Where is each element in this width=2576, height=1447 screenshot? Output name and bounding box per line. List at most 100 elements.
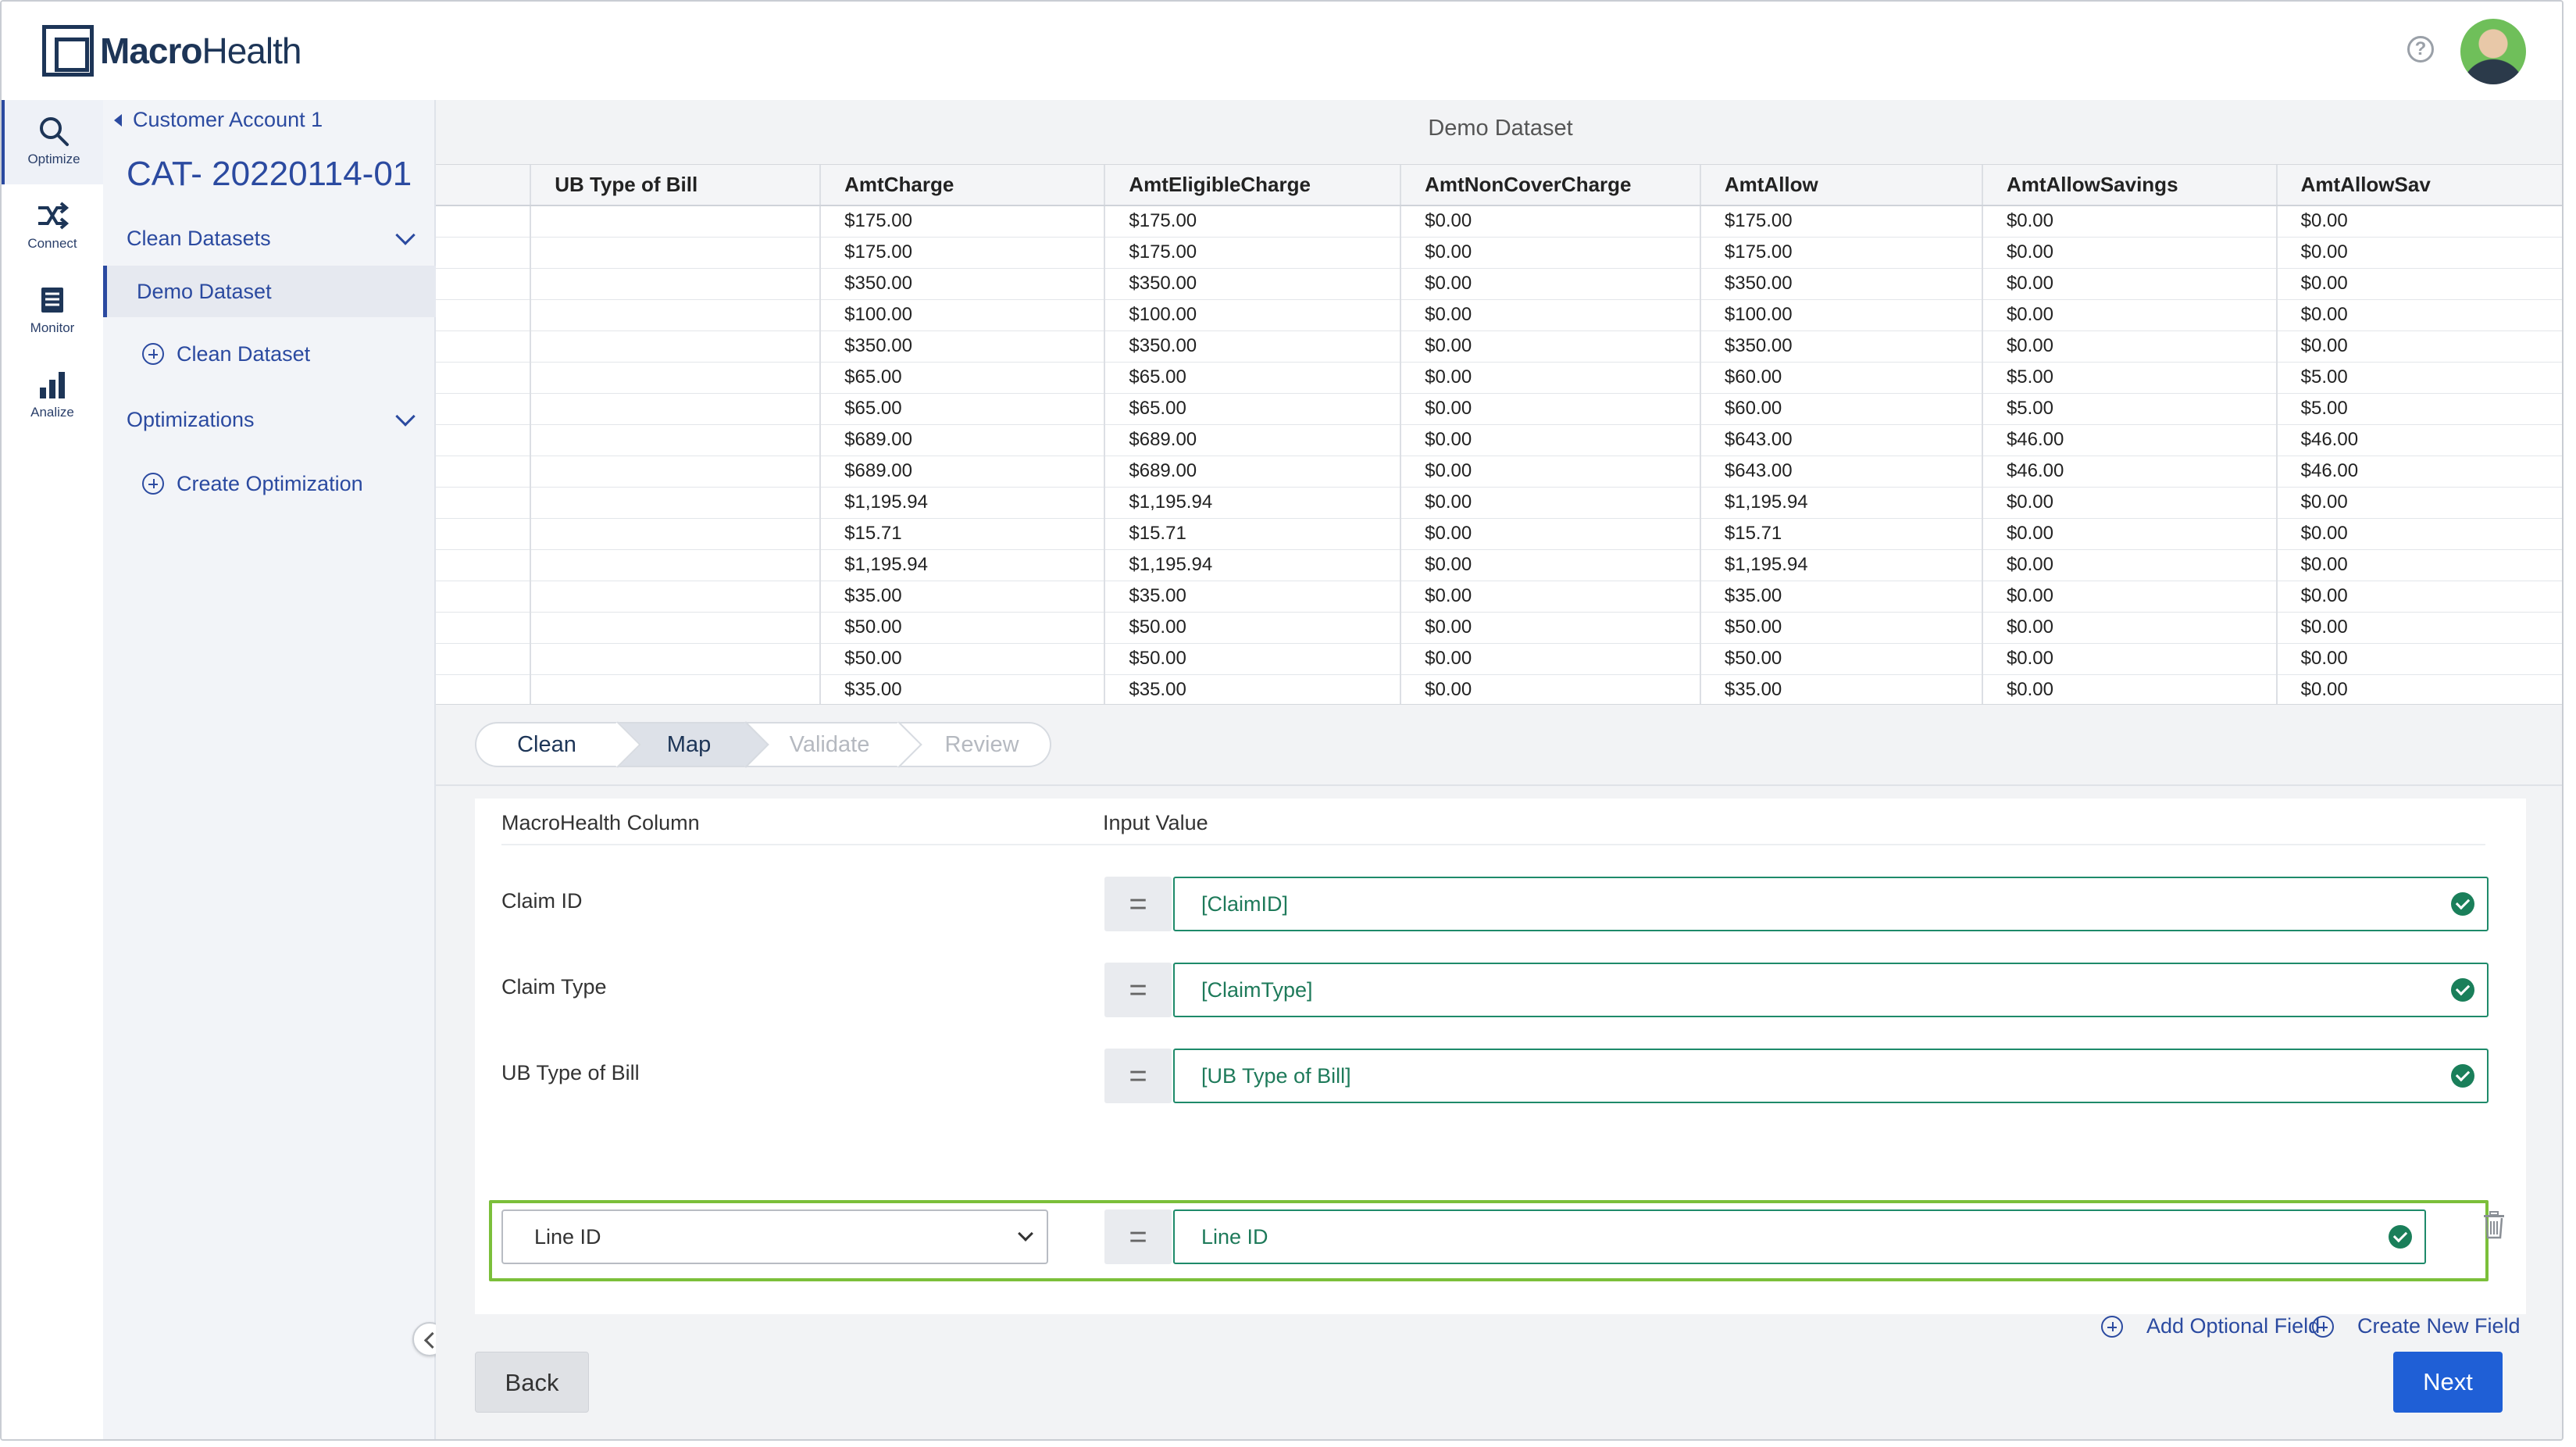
table-cell: $350.00 — [820, 330, 1106, 363]
table-cell: $1,195.94 — [1700, 549, 1983, 581]
sidebar-item-demo-dataset[interactable]: Demo Dataset — [103, 266, 436, 317]
top-bar: MacroHealth ? — [2, 2, 2562, 100]
table-cell — [530, 424, 822, 456]
table-row: $35.00 $35.00 $0.00 $35.00 $0.00 $0.00 — [436, 674, 2562, 704]
rail-item-analize[interactable]: Analize — [2, 353, 103, 438]
plus-circle-icon — [2312, 1315, 2334, 1338]
table-cell: $35.00 — [820, 581, 1106, 613]
column-header[interactable]: AmtAllow — [1700, 165, 1983, 206]
user-avatar[interactable] — [2460, 19, 2526, 84]
optional-column-select[interactable]: Line ID — [501, 1209, 1048, 1264]
line-id-input[interactable]: Line ID — [1173, 1209, 2426, 1264]
table-cell: $0.00 — [1982, 549, 2278, 581]
side-panel: Customer Account 1 CAT- 20220114-01 Clea… — [103, 100, 436, 1439]
rail-item-optimize[interactable]: Optimize — [2, 100, 103, 184]
table-cell: $175.00 — [1104, 237, 1402, 269]
optimizations-section[interactable]: Optimizations — [127, 406, 420, 432]
table-cell: $0.00 — [2276, 674, 2562, 704]
table-cell: $60.00 — [1700, 393, 1983, 425]
table-cell: $0.00 — [1400, 393, 1701, 425]
table-row: $1,195.94 $1,195.94 $0.00 $1,195.94 $0.00 $0.… — [436, 549, 2562, 581]
trash-icon[interactable] — [2482, 1211, 2506, 1239]
add-clean-dataset-button[interactable]: Clean Dataset — [103, 328, 436, 380]
ub-type-of-bill-input[interactable]: [UB Type of Bill] — [1173, 1049, 2489, 1103]
table-cell: $0.00 — [1982, 299, 2278, 331]
column-header[interactable]: AmtAllowSav — [2276, 165, 2562, 206]
logo-text: MacroHealth — [100, 30, 301, 71]
column-header[interactable]: UB Type of Bill — [530, 165, 822, 206]
table-cell — [436, 643, 532, 675]
table-cell: $15.71 — [1104, 518, 1402, 550]
table-cell: $0.00 — [1982, 643, 2278, 675]
table-cell: $0.00 — [1400, 674, 1701, 704]
table-cell: $35.00 — [820, 674, 1106, 704]
add-optional-field-label: Add Optional Field — [2146, 1314, 2321, 1338]
rail-item-monitor[interactable]: Monitor — [2, 269, 103, 353]
table-cell: $5.00 — [2276, 362, 2562, 394]
optimizations-label: Optimizations — [127, 408, 255, 431]
logo-mark-icon — [42, 25, 94, 77]
table-cell: $0.00 — [1400, 581, 1701, 613]
dataset-grid[interactable]: UB Type of Bill AmtCharge AmtEligibleCharg… — [436, 164, 2562, 705]
help-icon[interactable]: ? — [2407, 36, 2434, 63]
claim-type-input[interactable]: [ClaimType] — [1173, 963, 2489, 1017]
macrohealth-logo[interactable]: MacroHealth — [42, 25, 301, 77]
table-cell — [436, 299, 532, 331]
table-cell: $0.00 — [1982, 487, 2278, 519]
table-cell: $0.00 — [1982, 268, 2278, 300]
column-header[interactable]: AmtCharge — [820, 165, 1106, 206]
table-cell: $0.00 — [1400, 456, 1701, 488]
app-window: MacroHealth ? Optimize Connect Monitor A… — [0, 0, 2564, 1441]
rail-item-connect[interactable]: Connect — [2, 184, 103, 269]
back-to-account-link[interactable]: Customer Account 1 — [114, 108, 323, 132]
table-cell: $100.00 — [1104, 299, 1402, 331]
add-optional-field-button[interactable]: Add Optional Field — [2101, 1314, 2320, 1338]
table-row: $65.00 $65.00 $0.00 $60.00 $5.00 $5.00 — [436, 362, 2562, 394]
table-row: $689.00 $689.00 $0.00 $643.00 $46.00 $46.00 — [436, 424, 2562, 456]
main-content: Demo Dataset UB Type of Bill AmtCharge Amt… — [436, 100, 2562, 1439]
sidebar-item-label: Create Optimization — [177, 471, 363, 495]
mapping-label-claim-type: Claim Type — [501, 975, 607, 999]
rail-label: Optimize — [27, 152, 80, 166]
clean-datasets-section[interactable]: Clean Datasets — [127, 224, 420, 251]
rail-label: Monitor — [30, 320, 75, 335]
dataset-table: UB Type of Bill AmtCharge AmtEligibleCharg… — [436, 165, 2562, 704]
table-cell — [436, 581, 532, 613]
equals-operator: = — [1104, 1049, 1172, 1103]
table-cell — [530, 362, 822, 394]
table-row: $100.00 $100.00 $0.00 $100.00 $0.00 $0.00 — [436, 299, 2562, 331]
table-cell: $65.00 — [820, 362, 1106, 394]
table-cell: $5.00 — [1982, 393, 2278, 425]
column-header[interactable]: AmtEligibleCharge — [1104, 165, 1402, 206]
table-cell: $0.00 — [1982, 237, 2278, 269]
table-cell — [436, 362, 532, 394]
check-circle-icon — [2451, 892, 2474, 916]
table-cell: $0.00 — [2276, 643, 2562, 675]
table-cell — [530, 674, 822, 704]
table-cell: $50.00 — [820, 612, 1106, 644]
step-label: Clean — [517, 731, 576, 757]
create-optimization-button[interactable]: Create Optimization — [103, 458, 436, 509]
table-cell: $643.00 — [1700, 456, 1983, 488]
create-new-field-button[interactable]: Create New Field — [2312, 1314, 2521, 1338]
table-cell: $1,195.94 — [820, 549, 1106, 581]
back-button[interactable]: Back — [475, 1352, 589, 1413]
table-cell: $689.00 — [820, 456, 1106, 488]
table-cell: $15.71 — [820, 518, 1106, 550]
table-cell: $0.00 — [2276, 549, 2562, 581]
table-cell: $0.00 — [1400, 424, 1701, 456]
equals-operator: = — [1104, 1209, 1172, 1264]
check-circle-icon — [2451, 1064, 2474, 1088]
column-header[interactable]: AmtAllowSavings — [1982, 165, 2278, 206]
table-cell: $0.00 — [2276, 612, 2562, 644]
table-cell — [530, 393, 822, 425]
select-value: Line ID — [534, 1225, 601, 1249]
chevron-down-icon — [395, 406, 416, 427]
table-cell — [530, 205, 822, 238]
column-header[interactable] — [436, 165, 532, 206]
column-header[interactable]: AmtNonCoverCharge — [1400, 165, 1701, 206]
claim-id-input[interactable]: [ClaimID] — [1173, 877, 2489, 931]
sidebar-item-label: Clean Dataset — [177, 341, 311, 366]
step-clean[interactable]: Clean — [475, 721, 641, 768]
next-button[interactable]: Next — [2393, 1352, 2503, 1413]
